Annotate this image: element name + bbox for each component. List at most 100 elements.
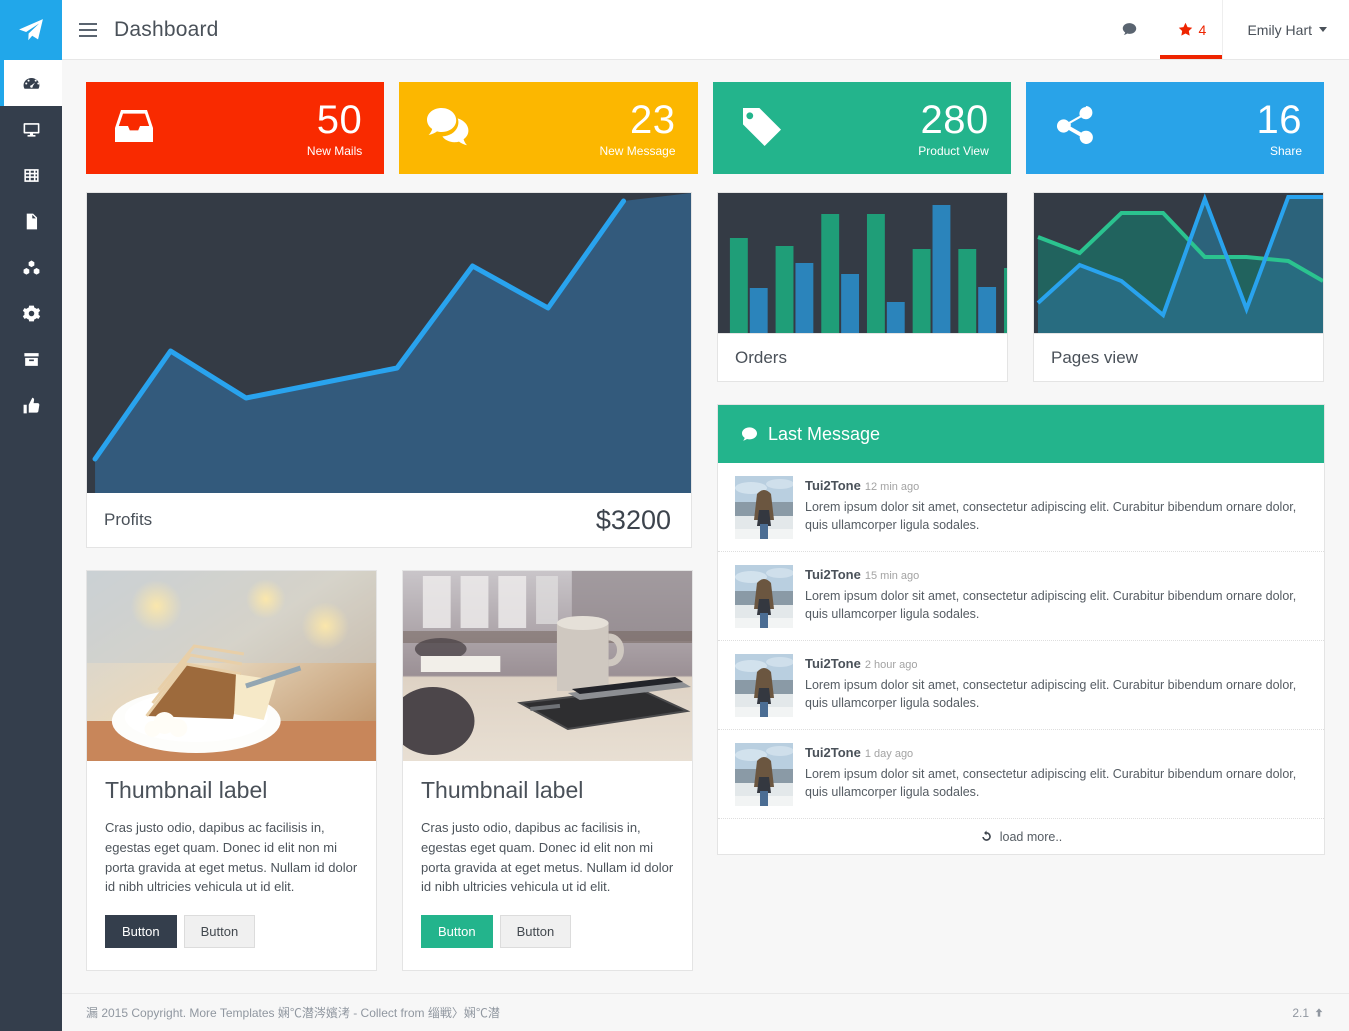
pages-view-chart — [1034, 193, 1323, 333]
sidebar-item-inbox[interactable] — [0, 336, 62, 382]
avatar — [735, 565, 793, 628]
footer-right[interactable]: 2.1 — [1292, 1006, 1324, 1020]
pages-view-area-chart — [1036, 193, 1323, 333]
top-header: Dashboard 4 Emily Hart — [62, 0, 1349, 60]
desktop-icon — [23, 122, 39, 137]
message-text: Lorem ipsum dolor sit amet, consectetur … — [805, 767, 1297, 800]
message-body: Tui2Tone 12 min ago Lorem ipsum dolor sit… — [805, 476, 1304, 539]
arrow-up-icon — [1315, 1008, 1323, 1017]
message-user: Tui2Tone — [805, 656, 861, 671]
stat-value: 280 — [920, 97, 989, 142]
profits-footer: Profits $3200 — [87, 493, 691, 547]
stat-card-text: 280 Product View — [918, 100, 988, 157]
menu-toggle-button[interactable] — [62, 0, 114, 59]
stat-label: New Mails — [306, 143, 363, 158]
thumbs-up-icon — [23, 397, 39, 413]
list-item[interactable]: Tui2Tone 2 hour ago Lorem ipsum dolor sit… — [718, 641, 1324, 730]
message-time: 15 min ago — [864, 570, 920, 582]
load-more-label: load more.. — [999, 829, 1063, 844]
stat-card-new-mails[interactable]: 50 New Mails — [86, 82, 385, 174]
stat-card-share[interactable]: 16 Share — [1025, 82, 1324, 174]
thumbnail-description: Cras justo odio, dapibus ac facilisis in… — [421, 820, 674, 895]
message-text: Lorem ipsum dolor sit amet, consectetur … — [805, 589, 1297, 622]
thumbnail-body: Thumbnail label Cras justo odio, dapibus… — [403, 761, 692, 970]
primary-button[interactable]: Button — [105, 915, 177, 948]
messages-button[interactable] — [1098, 0, 1160, 59]
primary-button[interactable]: Button — [421, 915, 493, 948]
thumbnail-cards-row: Thumbnail label Cras justo odio, dapibus… — [86, 570, 693, 971]
sidebar — [0, 0, 62, 1031]
profits-area-chart — [92, 193, 691, 493]
sidebar-item-feedback[interactable] — [0, 382, 62, 428]
stat-label: New Message — [599, 143, 676, 158]
message-body: Tui2Tone 15 min ago Lorem ipsum dolor sit… — [805, 565, 1304, 628]
message-body: Tui2Tone 1 day ago Lorem ipsum dolor sit … — [805, 743, 1304, 806]
cake-slice-photo — [87, 571, 376, 761]
stat-card-product-view[interactable]: 280 Product View — [712, 82, 1011, 174]
gear-icon — [22, 305, 40, 321]
chevron-down-icon — [1319, 27, 1327, 32]
star-icon — [1178, 22, 1192, 36]
message-text: Lorem ipsum dolor sit amet, consectetur … — [805, 500, 1297, 533]
list-item[interactable]: Tui2Tone 15 min ago Lorem ipsum dolor sit… — [718, 552, 1324, 641]
stat-card-text: 50 New Mails — [307, 100, 362, 157]
thumbnail-card: Thumbnail label Cras justo odio, dapibus… — [402, 570, 693, 971]
sidebar-item-pages[interactable] — [0, 198, 62, 244]
message-time: 2 hour ago — [864, 659, 918, 671]
inbox-icon — [106, 102, 162, 155]
orders-label: Orders — [718, 333, 1007, 381]
desk-coffee-phone-photo — [403, 571, 692, 761]
dashboard-icon — [23, 77, 39, 89]
avatar — [735, 654, 793, 717]
profits-chart — [87, 193, 691, 493]
notification-count: 4 — [1198, 21, 1207, 38]
message-head: Tui2Tone 12 min ago — [805, 476, 1304, 495]
sidebar-item-tables[interactable] — [0, 152, 62, 198]
left-column: Profits $3200 Thumbnail label Cras justo… — [86, 192, 693, 971]
secondary-button[interactable]: Button — [499, 915, 572, 948]
stat-value: 50 — [316, 97, 363, 142]
orders-chart — [718, 193, 1007, 333]
main-content: 50 New Mails 23 New Message 280 Product … — [62, 60, 1349, 1031]
refresh-icon — [981, 830, 991, 841]
list-item[interactable]: Tui2Tone 12 min ago Lorem ipsum dolor sit… — [718, 463, 1324, 552]
thumbnail-body: Thumbnail label Cras justo odio, dapibus… — [87, 761, 376, 970]
secondary-button[interactable]: Button — [183, 915, 256, 948]
sidebar-item-desktop[interactable] — [0, 106, 62, 152]
comment-icon — [1122, 23, 1137, 35]
thumbnail-buttons: Button Button — [421, 915, 674, 948]
dashboard-app: Dashboard 4 Emily Hart 50 New Mails 23 N… — [0, 0, 1349, 1031]
thumbnail-title: Thumbnail label — [421, 777, 584, 803]
copyright-text: 漏 2015 Copyright. More Templates 娴℃潜涔嬪洘 … — [86, 1006, 500, 1020]
file-icon — [26, 213, 37, 229]
message-head: Tui2Tone 2 hour ago — [805, 654, 1304, 673]
last-message-header: Last Message — [718, 405, 1324, 463]
last-message-title: Last Message — [768, 423, 881, 444]
list-item[interactable]: Tui2Tone 1 day ago Lorem ipsum dolor sit … — [718, 730, 1324, 819]
archive-icon — [23, 352, 39, 366]
orders-bar-chart — [729, 205, 1007, 333]
sidebar-item-components[interactable] — [0, 244, 62, 290]
pages-view-panel: Pages view — [1033, 192, 1324, 382]
message-head: Tui2Tone 15 min ago — [805, 565, 1304, 584]
load-more-button[interactable]: load more.. — [718, 819, 1324, 854]
brand-logo[interactable] — [0, 0, 62, 60]
message-text: Lorem ipsum dolor sit amet, consectetur … — [805, 678, 1297, 711]
thumbnail-card: Thumbnail label Cras justo odio, dapibus… — [86, 570, 377, 971]
user-menu[interactable]: Emily Hart — [1222, 0, 1349, 59]
stat-card-new-message[interactable]: 23 New Message — [399, 82, 698, 174]
stat-value: 16 — [1256, 97, 1302, 142]
sidebar-item-settings[interactable] — [0, 290, 62, 336]
tag-icon — [733, 102, 789, 155]
profits-value: $3200 — [595, 504, 671, 535]
notifications-button[interactable]: 4 — [1160, 0, 1223, 59]
sidebar-item-dashboard[interactable] — [0, 60, 62, 106]
mini-charts-row: Orders Pages view — [717, 192, 1325, 382]
message-user: Tui2Tone — [805, 567, 861, 582]
profits-panel: Profits $3200 — [86, 192, 692, 548]
thumbnail-title: Thumbnail label — [105, 777, 268, 803]
thumbnail-description: Cras justo odio, dapibus ac facilisis in… — [105, 820, 358, 895]
table-icon — [23, 168, 39, 182]
stat-value: 23 — [630, 97, 676, 142]
page-footer: 漏 2015 Copyright. More Templates 娴℃潜涔嬪洘 … — [62, 993, 1349, 1031]
